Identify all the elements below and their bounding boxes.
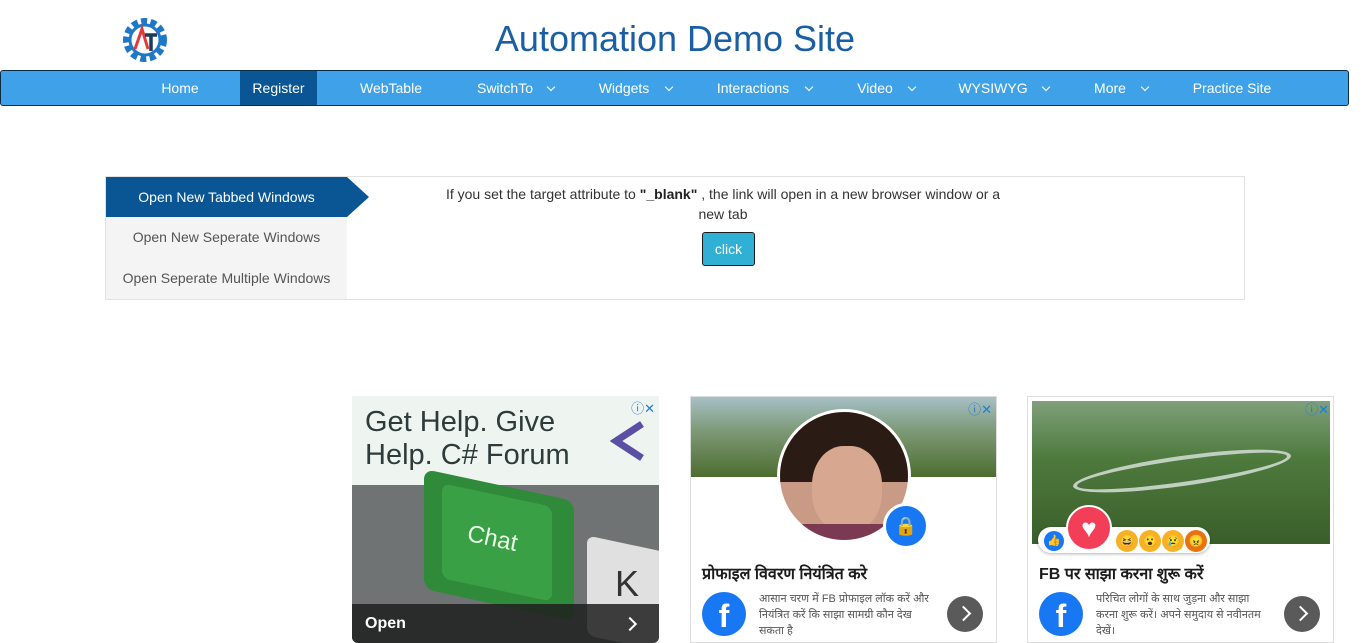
- nav-more[interactable]: More: [1083, 71, 1137, 105]
- key-letter: K: [615, 563, 640, 604]
- sad-reaction-icon: 😢: [1162, 530, 1184, 552]
- nav-practice-site[interactable]: Practice Site: [1177, 71, 1287, 105]
- tab-content: If you set the target attribute to "_bla…: [348, 177, 1244, 299]
- nav-register-label: Register: [252, 80, 305, 96]
- haha-reaction-icon: 😆: [1116, 530, 1138, 552]
- nav-webtable-label: WebTable: [359, 80, 422, 96]
- nav-wysiwyg[interactable]: WYSIWYG: [949, 71, 1037, 105]
- angry-reaction-icon: 😠: [1185, 530, 1207, 552]
- desc-text-post: , the link will open in a new browser wi…: [697, 186, 1001, 222]
- nav-interactions-label: Interactions: [716, 80, 790, 96]
- ad-choices-icon[interactable]: ⓘ✕: [1305, 399, 1329, 418]
- nav-more-label: More: [1094, 80, 1126, 96]
- windows-tab-list: Open New Tabbed Windows Open New Seperat…: [106, 177, 347, 299]
- nav-wysiwyg-label: WYSIWYG: [958, 80, 1028, 96]
- tab-open-new-tabbed-windows[interactable]: Open New Tabbed Windows: [106, 177, 347, 217]
- ad-fb-profile-lock[interactable]: 🔒 ⓘ✕ प्रोफाइल विवरण नियंत्रित करे f आसान…: [690, 396, 997, 643]
- chevron-down-icon: [907, 82, 917, 92]
- nav-video[interactable]: Video: [843, 71, 907, 105]
- ad-choices-icon[interactable]: ⓘ✕: [631, 398, 655, 417]
- nav-widgets[interactable]: Widgets: [586, 71, 662, 105]
- nav-switchto[interactable]: SwitchTo: [463, 71, 547, 105]
- facebook-logo-icon: f: [1039, 592, 1083, 636]
- chevron-right-icon: [622, 616, 638, 632]
- nav-interactions[interactable]: Interactions: [702, 71, 804, 105]
- like-reaction-icon: 👍: [1044, 531, 1064, 551]
- ad-csharp-forum[interactable]: Get Help. Give Help. C# Forum ⓘ✕ Chat K …: [352, 396, 659, 643]
- nav-video-label: Video: [857, 80, 893, 96]
- next-arrow-button[interactable]: [947, 596, 983, 632]
- chevron-down-icon: [804, 82, 814, 92]
- click-button[interactable]: click: [702, 232, 755, 266]
- chevron-down-icon: [1041, 82, 1051, 92]
- nav-widgets-label: Widgets: [598, 80, 650, 96]
- main-nav: Home Register WebTable SwitchTo Widgets …: [0, 70, 1349, 106]
- nav-practice-site-label: Practice Site: [1192, 80, 1272, 96]
- desc-text-pre: If you set the target attribute to: [445, 186, 640, 202]
- site-title: Automation Demo Site: [494, 18, 856, 59]
- desc-text-bold: "_blank": [639, 186, 698, 202]
- chevron-down-icon: [664, 82, 674, 92]
- tab-open-seperate-multiple-windows[interactable]: Open Seperate Multiple Windows: [106, 258, 347, 298]
- ad-body: आसान चरण में FB प्रोफाइल लॉक करें और निय…: [759, 593, 929, 637]
- nav-switchto-label: SwitchTo: [476, 80, 534, 96]
- avatar-face: [812, 446, 882, 532]
- ad-cta-bar[interactable]: Open: [352, 604, 659, 643]
- ad-headline: प्रोफाइल विवरण नियंत्रित करे: [702, 566, 868, 583]
- river-shape: [1070, 440, 1294, 502]
- chevron-down-icon: [1140, 82, 1150, 92]
- chevron-down-icon: [546, 82, 556, 92]
- ad-fb-start-sharing[interactable]: 👍 ♥ 😆 😮 😢 😠 ⓘ✕ FB पर साझा करना शुरू करें…: [1027, 396, 1334, 643]
- ad-open-label: Open: [365, 615, 406, 632]
- tab-description: If you set the target attribute to "_bla…: [438, 184, 1008, 224]
- next-arrow-button[interactable]: [1284, 596, 1320, 632]
- nav-home[interactable]: Home: [121, 71, 239, 105]
- ad-headline: FB पर साझा करना शुरू करें: [1039, 566, 1204, 583]
- nav-home-label: Home: [161, 80, 199, 96]
- tab-open-new-seperate-windows[interactable]: Open New Seperate Windows: [106, 217, 347, 257]
- nav-register[interactable]: Register: [240, 71, 317, 105]
- ad-body: परिचित लोगों के साथ जुड़ना और साझा करना …: [1096, 593, 1261, 637]
- site-header: Automation Demo Site: [0, 0, 1366, 70]
- wow-reaction-icon: 😮: [1139, 530, 1161, 552]
- windows-panel: Open New Tabbed Windows Open New Seperat…: [105, 176, 1245, 300]
- chevron-left-icon: [610, 421, 644, 461]
- ad-headline: Get Help. Give Help. C# Forum: [365, 406, 570, 471]
- love-reaction-icon: ♥: [1066, 505, 1112, 551]
- nav-webtable[interactable]: WebTable: [333, 71, 449, 105]
- ad-choices-icon[interactable]: ⓘ✕: [968, 399, 992, 418]
- facebook-logo-icon: f: [702, 592, 746, 636]
- lock-shield-icon: 🔒: [883, 503, 929, 549]
